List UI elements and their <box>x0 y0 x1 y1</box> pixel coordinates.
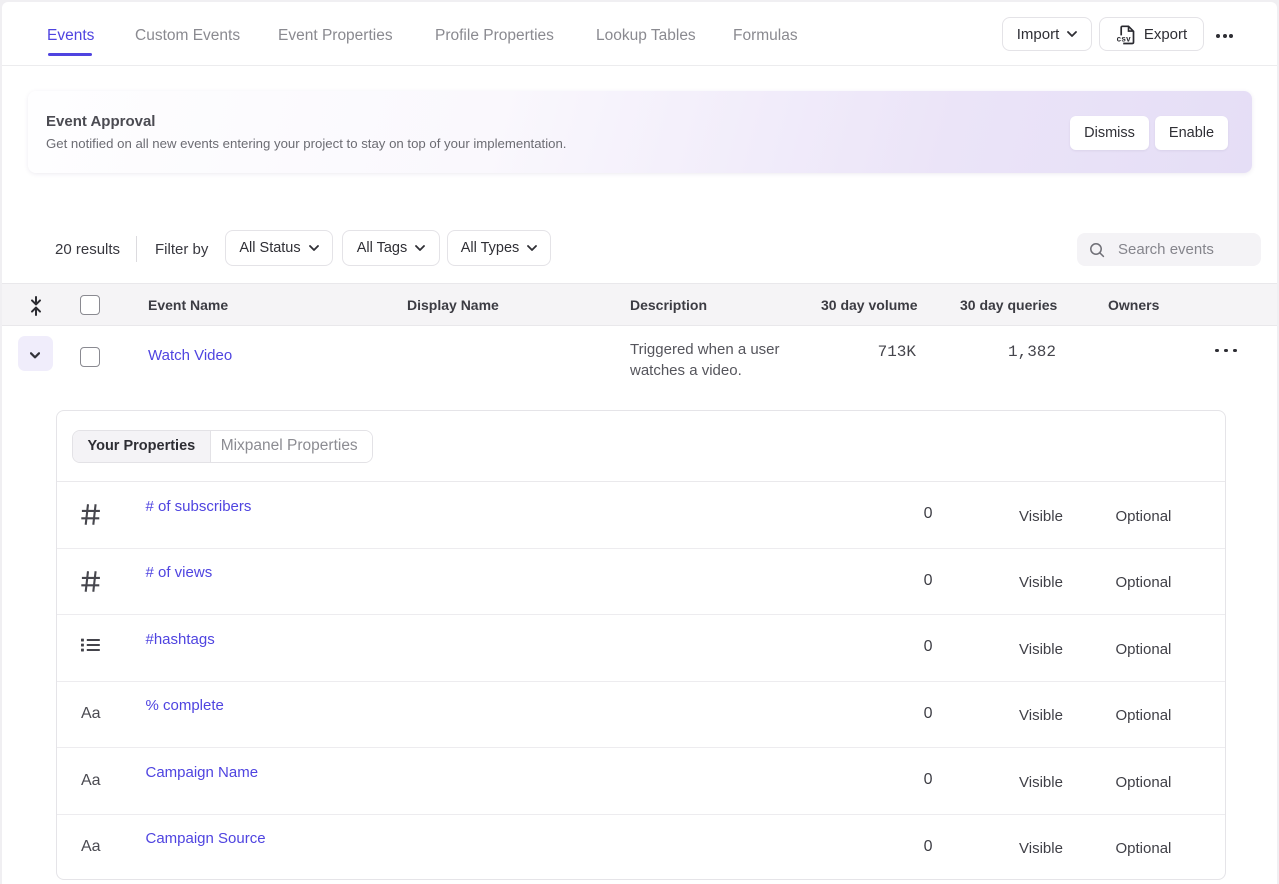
svg-text:csv: csv <box>1116 34 1130 43</box>
